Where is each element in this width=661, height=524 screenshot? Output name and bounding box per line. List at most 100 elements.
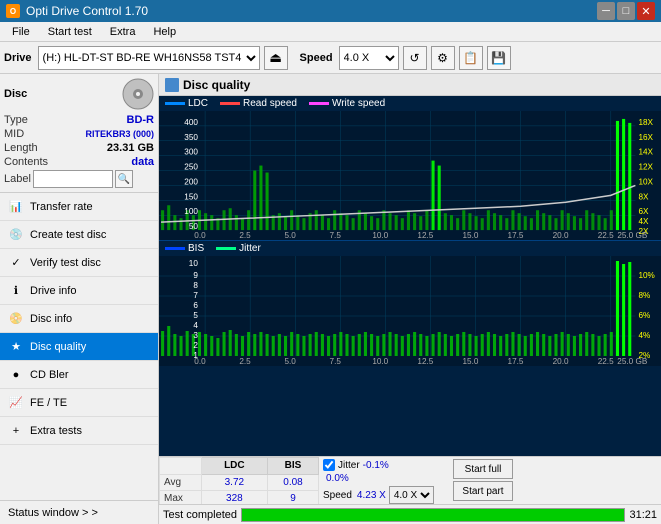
drive-select[interactable]: (H:) HL-DT-ST BD-RE WH16NS58 TST4 [38, 46, 260, 70]
svg-text:6X: 6X [638, 207, 649, 216]
label-input[interactable] [33, 170, 113, 188]
svg-text:8: 8 [193, 281, 198, 290]
speed-label: Speed [300, 52, 333, 64]
svg-text:25.0 GB: 25.0 GB [617, 231, 647, 240]
nav-fe-te[interactable]: 📈 FE / TE [0, 389, 158, 417]
bottom-chart: 10 9 8 7 6 5 4 3 2 1 10% 8% 6% 4% 2% [159, 256, 661, 366]
nav-transfer-rate[interactable]: 📊 Transfer rate [0, 193, 158, 221]
menu-extra[interactable]: Extra [102, 24, 144, 40]
svg-text:250: 250 [184, 163, 198, 172]
length-label: Length [4, 142, 38, 154]
toolbar: Drive (H:) HL-DT-ST BD-RE WH16NS58 TST4 … [0, 42, 661, 74]
menu-start-test[interactable]: Start test [40, 24, 100, 40]
svg-text:7: 7 [193, 291, 198, 300]
svg-text:0.0: 0.0 [194, 357, 206, 366]
avg-ldc: 3.72 [201, 474, 267, 491]
svg-text:300: 300 [184, 148, 198, 157]
svg-text:15.0: 15.0 [462, 231, 478, 240]
nav-extra-tests-label: Extra tests [30, 425, 82, 437]
nav-disc-quality-label: Disc quality [30, 341, 86, 353]
start-full-button[interactable]: Start full [453, 459, 513, 479]
left-panel: Disc Type BD-R MID RITEKBR3 (000) Length… [0, 74, 159, 524]
svg-text:6%: 6% [638, 311, 650, 320]
svg-text:10: 10 [189, 259, 199, 268]
svg-text:100: 100 [184, 207, 198, 216]
svg-text:17.5: 17.5 [508, 231, 524, 240]
charts-area: LDC Read speed Write speed [159, 96, 661, 456]
copy-button[interactable]: 📋 [459, 46, 483, 70]
nav-cd-bler[interactable]: ● CD Bler [0, 361, 158, 389]
nav-verify-test-disc[interactable]: ✓ Verify test disc [0, 249, 158, 277]
speed-select[interactable]: 4.0 X [339, 46, 399, 70]
max-jitter: 0.0% [326, 473, 349, 484]
svg-text:4%: 4% [638, 331, 650, 340]
maximize-button[interactable]: □ [617, 2, 635, 20]
label-label: Label [4, 173, 31, 185]
menu-help[interactable]: Help [145, 24, 184, 40]
start-part-button[interactable]: Start part [453, 481, 513, 501]
disc-quality-icon: ★ [8, 339, 24, 355]
svg-text:20.0: 20.0 [553, 231, 569, 240]
speed-stat-select[interactable]: 4.0 X [389, 486, 434, 504]
nav-disc-info[interactable]: 📀 Disc info [0, 305, 158, 333]
chart-header-icon [165, 78, 179, 92]
extra-tests-icon: + [8, 423, 24, 439]
type-value: BD-R [127, 114, 155, 126]
svg-text:8X: 8X [638, 192, 649, 201]
svg-text:12X: 12X [638, 163, 653, 172]
nav-verify-test-disc-label: Verify test disc [30, 257, 101, 269]
mid-value: RITEKBR3 (000) [85, 129, 154, 139]
transfer-rate-icon: 📊 [8, 199, 24, 215]
jitter-label: Jitter [338, 460, 360, 471]
svg-text:6: 6 [193, 301, 198, 310]
nav-items: 📊 Transfer rate 💿 Create test disc ✓ Ver… [0, 193, 158, 500]
svg-text:350: 350 [184, 133, 198, 142]
jitter-checkbox[interactable] [323, 459, 335, 471]
avg-row-label: Avg [160, 474, 202, 491]
avg-bis: 0.08 [268, 474, 319, 491]
nav-drive-info[interactable]: ℹ Drive info [0, 277, 158, 305]
svg-text:4X: 4X [638, 217, 649, 226]
progress-bar-fill [242, 509, 624, 521]
svg-text:5: 5 [193, 311, 198, 320]
svg-text:20.0: 20.0 [553, 357, 569, 366]
chart-header: Disc quality [159, 74, 661, 96]
top-chart: 400 350 300 250 200 150 100 50 18X 16X 1… [159, 111, 661, 241]
bottom-status-bar: Test completed 31:21 [159, 504, 661, 524]
ldc-legend-color [165, 102, 185, 105]
minimize-button[interactable]: ─ [597, 2, 615, 20]
menu-file[interactable]: File [4, 24, 38, 40]
status-window-button[interactable]: Status window > > [0, 500, 158, 524]
svg-text:10%: 10% [638, 271, 654, 280]
svg-text:5.0: 5.0 [284, 357, 296, 366]
nav-create-test-disc[interactable]: 💿 Create test disc [0, 221, 158, 249]
svg-text:22.5: 22.5 [598, 231, 614, 240]
nav-drive-info-label: Drive info [30, 285, 76, 297]
contents-value: data [131, 156, 154, 168]
avg-jitter: -0.1% [363, 460, 389, 471]
bottom-chart-svg: 10 9 8 7 6 5 4 3 2 1 10% 8% 6% 4% 2% [159, 256, 661, 366]
cd-bler-icon: ● [8, 367, 24, 383]
svg-text:12.5: 12.5 [417, 231, 433, 240]
settings-button[interactable]: ⚙ [431, 46, 455, 70]
title-bar: O Opti Drive Control 1.70 ─ □ ✕ [0, 0, 661, 22]
save-button[interactable]: 💾 [487, 46, 511, 70]
nav-extra-tests[interactable]: + Extra tests [0, 417, 158, 445]
status-window-label: Status window > > [8, 507, 98, 519]
refresh-button[interactable]: ↺ [403, 46, 427, 70]
nav-create-test-disc-label: Create test disc [30, 229, 106, 241]
close-button[interactable]: ✕ [637, 2, 655, 20]
time-text: 31:21 [629, 509, 657, 521]
svg-text:12.5: 12.5 [417, 357, 433, 366]
bottom-chart-legend: BIS Jitter [159, 241, 661, 256]
eject-button[interactable]: ⏏ [264, 46, 288, 70]
read-speed-legend-color [220, 102, 240, 105]
nav-disc-quality[interactable]: ★ Disc quality [0, 333, 158, 361]
nav-cd-bler-label: CD Bler [30, 369, 69, 381]
svg-text:7.5: 7.5 [330, 357, 342, 366]
jitter-legend-label: Jitter [239, 243, 261, 254]
nav-fe-te-label: FE / TE [30, 397, 67, 409]
svg-text:18X: 18X [638, 118, 653, 127]
verify-test-disc-icon: ✓ [8, 255, 24, 271]
label-search-button[interactable]: 🔍 [115, 170, 133, 188]
